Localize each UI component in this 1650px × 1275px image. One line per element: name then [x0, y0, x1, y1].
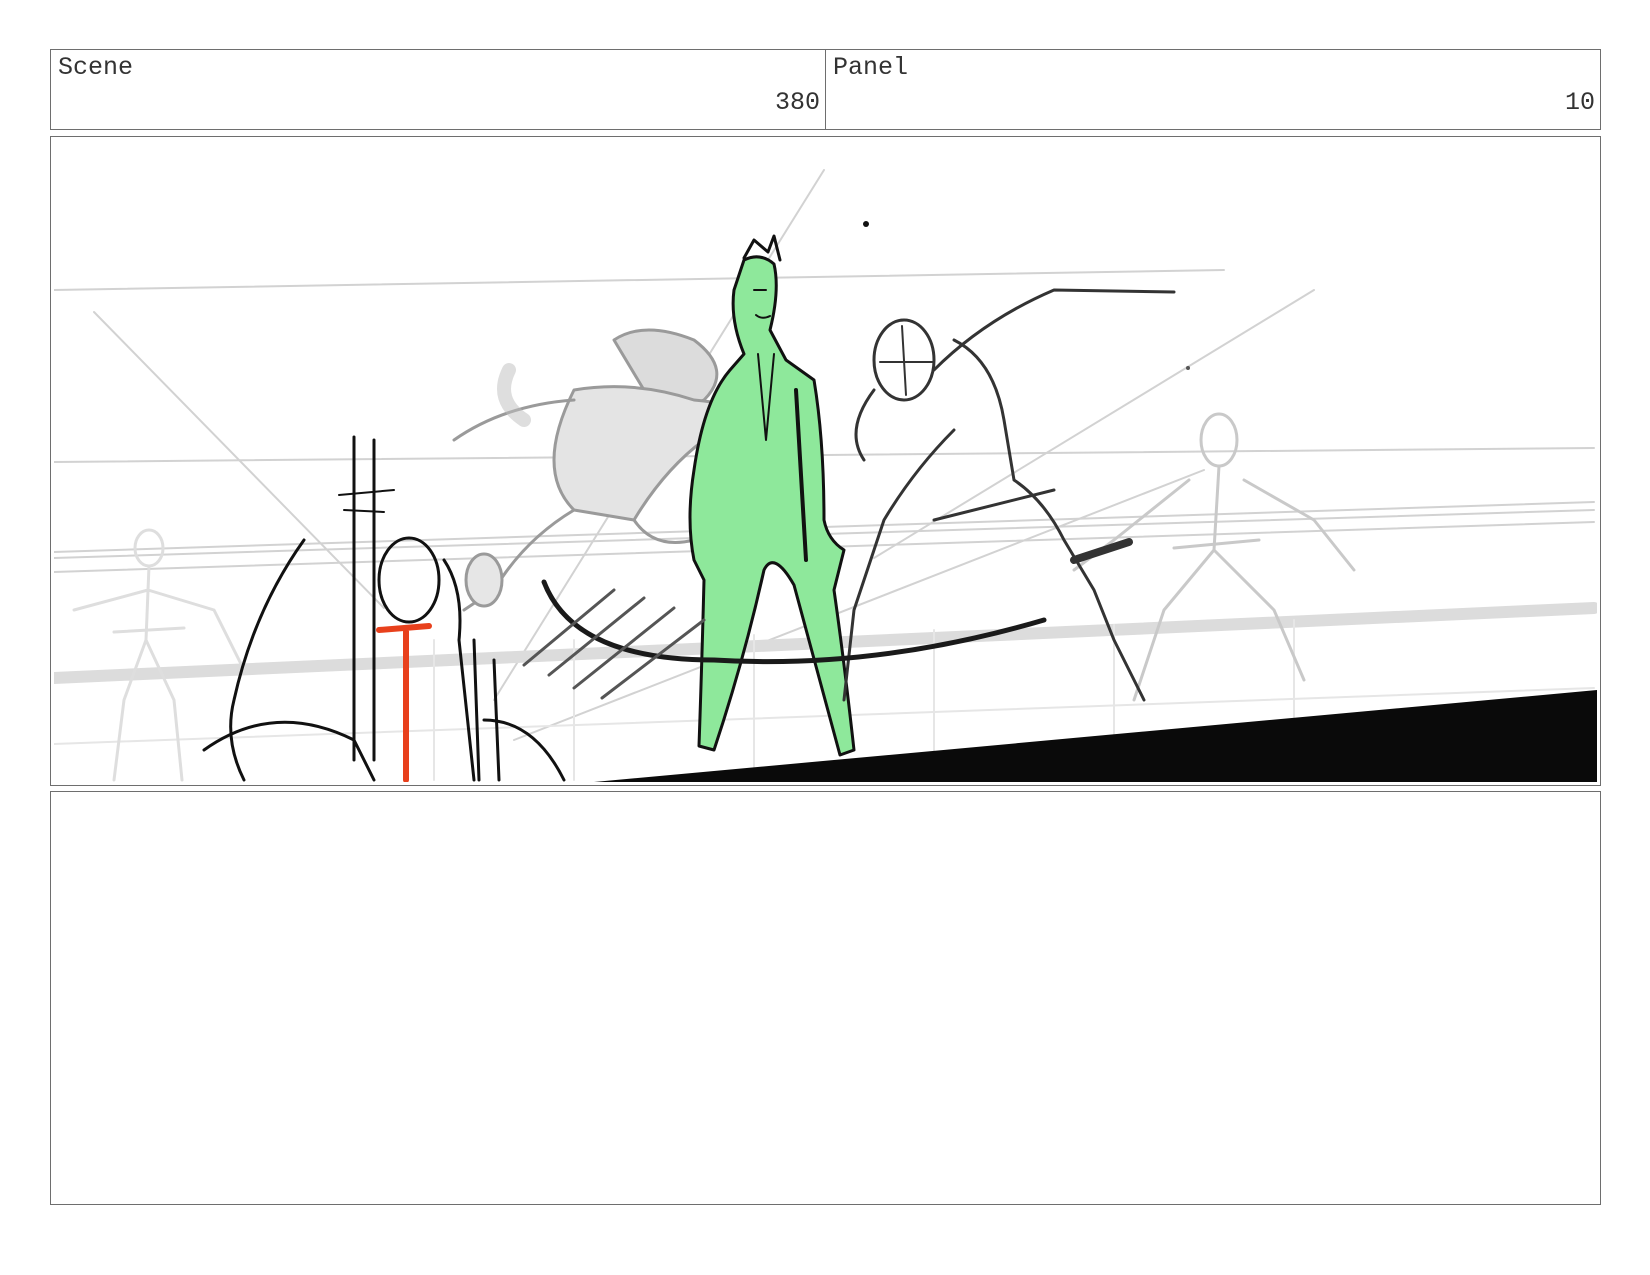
- scene-cell: Scene 380: [51, 50, 825, 129]
- panel-cell: Panel 10: [825, 50, 1600, 129]
- storyboard-header: Scene 380 Panel 10: [50, 49, 1601, 130]
- notes-panel: [50, 791, 1601, 1205]
- red-accent: [376, 623, 432, 782]
- scene-number: 380: [774, 88, 820, 117]
- background-fighter-right: [1072, 412, 1356, 702]
- sketch-artwork: [54, 169, 1597, 782]
- panel-number: 10: [1564, 88, 1595, 117]
- panel-label: Panel: [833, 53, 909, 82]
- sketch-dot: [1186, 366, 1190, 370]
- scene-label: Scene: [58, 53, 134, 82]
- floor-shadow: [594, 690, 1597, 782]
- storyboard-frame: [50, 136, 1601, 786]
- sketch-dot: [863, 221, 869, 227]
- suited-man: [688, 234, 856, 757]
